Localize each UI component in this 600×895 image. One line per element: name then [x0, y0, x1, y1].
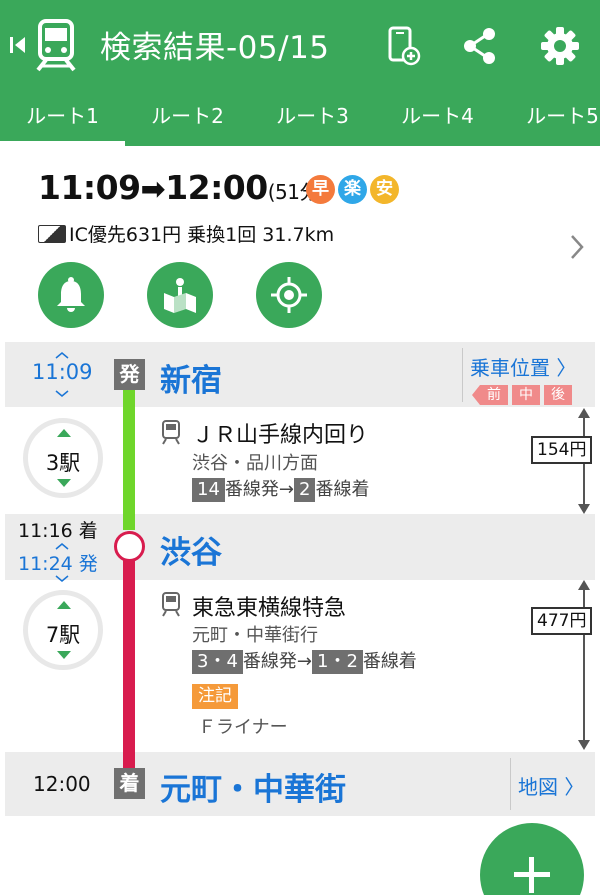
line-name[interactable]: ＪＲ山手線内回り: [192, 417, 368, 449]
tab-route-2[interactable]: ルート2: [125, 90, 250, 146]
fare-info-text: IC優先631円 乗換1回 31.7km: [69, 224, 335, 246]
car-rear: 後: [544, 385, 572, 405]
add-to-device-icon[interactable]: [382, 24, 426, 68]
arrival-tag: 着: [114, 768, 145, 799]
page-title: 検索結果-05/15: [100, 30, 330, 66]
stop-count-leg1[interactable]: 3駅: [23, 418, 103, 498]
add-button[interactable]: [480, 823, 584, 895]
car-middle: 中: [512, 385, 540, 405]
yamanote-line-segment: [123, 390, 135, 530]
map-pin-icon: [164, 278, 196, 313]
time-up-icon[interactable]: [55, 352, 69, 359]
ic-card-icon: [38, 225, 66, 243]
settings-icon[interactable]: [538, 24, 582, 68]
from-platform: 3・4: [192, 650, 243, 674]
to-platform: 2: [294, 478, 316, 502]
route-time-summary: 11:09➡12:00(51分): [38, 168, 327, 207]
transfer-station-marker: [114, 531, 145, 562]
to-platform-suffix: 番線着: [362, 651, 417, 672]
from-platform-suffix: 番線発→: [224, 479, 294, 500]
from-platform-suffix: 番線発→: [242, 651, 312, 672]
tab-route-4[interactable]: ルート4: [375, 90, 500, 146]
arrival-station[interactable]: 元町・中華街: [160, 764, 346, 809]
plus-icon: [529, 857, 534, 893]
alarm-button[interactable]: [38, 262, 104, 328]
tab-route-3[interactable]: ルート3: [250, 90, 375, 146]
line-direction: 元町・中華街行: [192, 625, 318, 646]
share-icon[interactable]: [458, 24, 502, 68]
divider: [462, 348, 463, 402]
location-target-icon: [271, 277, 307, 313]
fare-label: 154円: [531, 436, 593, 464]
skip-back-icon[interactable]: [8, 30, 30, 60]
tab-indicator: [0, 141, 125, 146]
car-tip: [472, 385, 480, 405]
alarm-icon: [57, 277, 85, 312]
map-link[interactable]: 地図 〉: [518, 771, 584, 800]
expand-down-icon: [57, 651, 71, 659]
stop-count-leg2[interactable]: 7駅: [23, 590, 103, 670]
time-down-icon[interactable]: [55, 390, 69, 397]
expand-up-icon: [57, 601, 71, 609]
chevron-right-icon[interactable]: [568, 232, 586, 262]
line-name[interactable]: 東急東横線特急: [192, 590, 346, 622]
car-front: 前: [480, 385, 508, 405]
summary-dep-time: 11:09: [38, 168, 141, 207]
tab-route-1[interactable]: ルート1: [0, 90, 125, 146]
transfer-station[interactable]: 渋谷: [160, 527, 222, 572]
summary-arr-time: 12:00: [165, 168, 268, 207]
train-icon: [162, 592, 180, 617]
to-platform: 1・2: [312, 650, 363, 674]
arrow-icon: ➡: [140, 172, 166, 207]
train-icon: [162, 420, 180, 445]
tab-route-5[interactable]: ルート5: [500, 90, 600, 146]
arrival-time: 12:00: [33, 772, 91, 796]
fare-range-bottom-icon: [578, 504, 590, 514]
departure-time[interactable]: 11:09: [32, 360, 93, 384]
time-down-icon[interactable]: [55, 575, 69, 582]
toyoko-line-segment: [123, 546, 135, 770]
transfer-departure-time[interactable]: 11:24 発: [18, 549, 98, 576]
stop-count-label: 3駅: [45, 451, 81, 475]
cheap-badge: 安: [370, 175, 399, 204]
location-target-button[interactable]: [256, 262, 322, 328]
note-badge[interactable]: 注記: [192, 684, 238, 709]
expand-up-icon: [57, 429, 71, 437]
fare-info: IC優先631円 乗換1回 31.7km: [38, 220, 334, 247]
platform-info: 3・4 番線発→ 1・2 番線着: [192, 647, 417, 674]
stop-count-label: 7駅: [45, 623, 81, 647]
line-direction: 渋谷・品川方面: [192, 453, 318, 474]
map-pin-button[interactable]: [147, 262, 213, 328]
platform-info: 14 番線発→ 2 番線着: [192, 475, 370, 502]
departure-tag: 発: [114, 359, 145, 390]
divider: [510, 758, 511, 810]
fare-range-bottom-icon: [578, 740, 590, 750]
boarding-position-link[interactable]: 乗車位置 〉: [470, 352, 576, 381]
train-icon[interactable]: [34, 18, 78, 72]
departure-station[interactable]: 新宿: [160, 355, 222, 400]
transfer-arrival-time: 11:16 着: [18, 520, 98, 542]
easy-badge: 楽: [338, 175, 367, 204]
expand-down-icon: [57, 479, 71, 487]
fast-badge: 早: [306, 175, 335, 204]
note-text: Ｆライナー: [198, 717, 288, 738]
fare-label: 477円: [531, 607, 593, 635]
from-platform: 14: [192, 478, 225, 502]
app-bar: 検索結果-05/15: [0, 0, 600, 90]
route-tabs: ルート1 ルート2 ルート3 ルート4 ルート5: [0, 90, 600, 146]
to-platform-suffix: 番線着: [315, 479, 370, 500]
